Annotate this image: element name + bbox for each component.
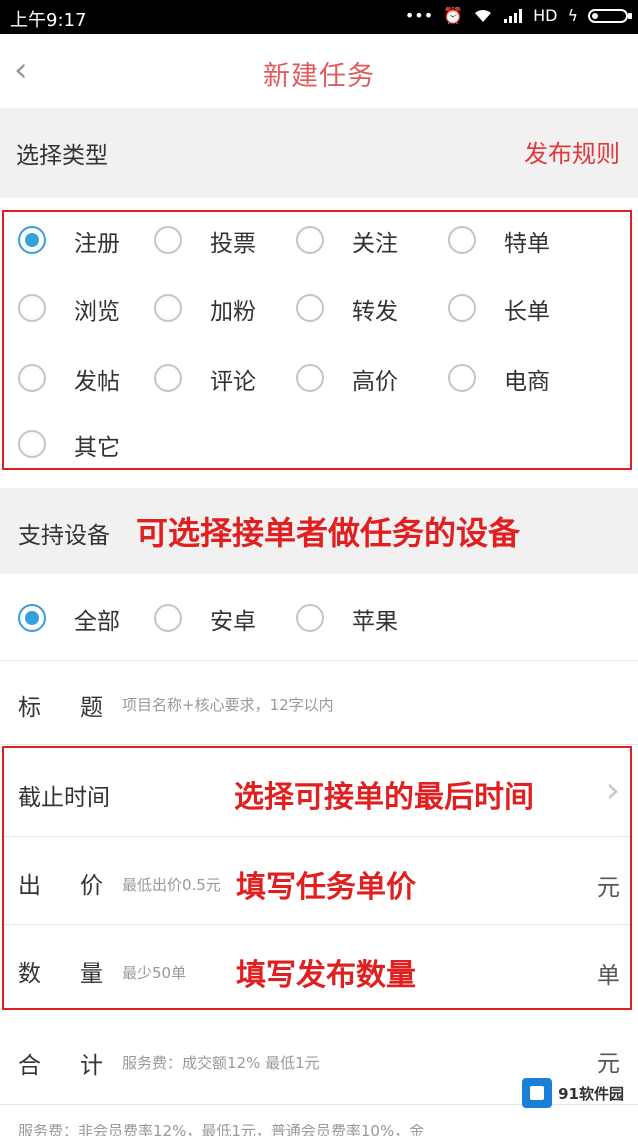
device-option-all[interactable]: 全部 xyxy=(18,602,138,635)
radio-icon[interactable] xyxy=(154,364,182,392)
radio-selected-icon[interactable] xyxy=(18,226,46,254)
battery-icon xyxy=(588,8,632,23)
deadline-annotation: 选择可接单的最后时间 xyxy=(234,780,534,815)
type-option-label: 高价 xyxy=(352,369,398,395)
type-option-label: 关注 xyxy=(352,231,398,257)
alarm-icon: ⏰ xyxy=(443,6,464,25)
type-option-label: 投票 xyxy=(210,231,256,257)
type-option-guanzhu[interactable]: 关注 xyxy=(296,224,416,257)
price-unit: 元 xyxy=(597,875,620,901)
fee-footnote-text: 服务费：非会员费率12%，最低1元，普通会员费率10%，金 xyxy=(18,1124,425,1136)
radio-icon[interactable] xyxy=(448,364,476,392)
title-label-1: 标 xyxy=(18,695,41,721)
price-input[interactable]: 最低出价0.5元 xyxy=(122,874,221,895)
nav-bar: ‹ 新建任务 xyxy=(0,34,638,109)
radio-icon[interactable] xyxy=(296,294,324,322)
title-input[interactable]: 项目名称+核心要求，12字以内 xyxy=(122,694,334,715)
type-option-label: 特单 xyxy=(504,231,550,257)
status-icons: ••• ⏰ HD ϟ xyxy=(404,6,632,25)
radio-icon[interactable] xyxy=(448,226,476,254)
watermark-text: 91软件园 xyxy=(558,1084,624,1103)
radio-icon[interactable] xyxy=(296,364,324,392)
device-option-ios[interactable]: 苹果 xyxy=(296,602,416,635)
type-option-gaojia[interactable]: 高价 xyxy=(296,362,416,395)
total-unit: 元 xyxy=(597,1051,620,1077)
radio-icon[interactable] xyxy=(296,604,324,632)
charging-icon: ϟ xyxy=(567,6,578,25)
watermark-logo: 91软件园 xyxy=(522,1078,624,1108)
total-label-1: 合 xyxy=(18,1053,41,1079)
device-option-label: 安卓 xyxy=(210,609,256,635)
devices-section-header: 支持设备 可选择接单者做任务的设备 xyxy=(0,488,638,574)
status-time: 上午9:17 xyxy=(10,10,87,31)
page-title: 新建任务 xyxy=(263,61,375,92)
logo-icon xyxy=(522,1078,553,1108)
radio-icon[interactable] xyxy=(154,604,182,632)
quantity-annotation: 填写发布数量 xyxy=(236,958,416,993)
type-option-label: 浏览 xyxy=(74,299,120,325)
type-option-label: 加粉 xyxy=(210,299,256,325)
radio-selected-icon[interactable] xyxy=(18,604,46,632)
type-option-liulan[interactable]: 浏览 xyxy=(18,292,138,325)
title-label-2: 题 xyxy=(80,695,103,721)
fee-footnote: 服务费：非会员费率12%，最低1元，普通会员费率10%，金 xyxy=(18,1124,618,1136)
radio-icon[interactable] xyxy=(448,294,476,322)
type-option-fatie[interactable]: 发帖 xyxy=(18,362,138,395)
type-option-label: 发帖 xyxy=(74,369,120,395)
total-label-2: 计 xyxy=(80,1053,103,1079)
deadline-row[interactable]: 截止时间 选择可接单的最后时间 › xyxy=(4,748,630,837)
type-option-jiafen[interactable]: 加粉 xyxy=(154,292,274,325)
type-option-label: 电商 xyxy=(504,369,550,395)
chevron-right-icon: › xyxy=(605,770,620,811)
total-value: 服务费：成交额12% 最低1元 xyxy=(122,1054,320,1072)
price-row[interactable]: 出 价 最低出价0.5元 填写任务单价 元 xyxy=(4,836,630,925)
type-option-zhuce[interactable]: 注册 xyxy=(18,224,138,257)
publish-rules-link[interactable]: 发布规则 xyxy=(524,134,620,169)
device-option-android[interactable]: 安卓 xyxy=(154,602,274,635)
radio-icon[interactable] xyxy=(296,226,324,254)
status-bar: 上午9:17 ••• ⏰ HD ϟ xyxy=(0,0,638,34)
quantity-label-1: 数 xyxy=(18,961,41,987)
type-section-label: 选择类型 xyxy=(16,143,108,169)
type-option-changdan[interactable]: 长单 xyxy=(448,292,568,325)
quantity-unit: 单 xyxy=(597,963,620,989)
type-option-label: 评论 xyxy=(210,369,256,395)
more-icon: ••• xyxy=(404,6,434,25)
radio-icon[interactable] xyxy=(18,294,46,322)
type-option-qita[interactable]: 其它 xyxy=(18,428,138,461)
signal-icon xyxy=(504,8,523,23)
radio-icon[interactable] xyxy=(18,430,46,458)
price-label-2: 价 xyxy=(80,873,103,899)
type-option-pinglun[interactable]: 评论 xyxy=(154,362,274,395)
devices-annotation: 可选择接单者做任务的设备 xyxy=(136,514,521,552)
network-type: HD xyxy=(533,6,558,25)
quantity-label-2: 量 xyxy=(80,961,103,987)
radio-icon[interactable] xyxy=(18,364,46,392)
type-option-label: 长单 xyxy=(504,299,550,325)
quantity-input[interactable]: 最少50单 xyxy=(122,962,186,983)
type-option-dianshang[interactable]: 电商 xyxy=(448,362,568,395)
quantity-row[interactable]: 数 量 最少50单 填写发布数量 单 xyxy=(4,924,630,1008)
type-option-zhuanfa[interactable]: 转发 xyxy=(296,292,416,325)
type-option-tedan[interactable]: 特单 xyxy=(448,224,568,257)
wifi-icon xyxy=(475,9,492,22)
type-option-toupiao[interactable]: 投票 xyxy=(154,224,274,257)
deadline-label: 截止时间 xyxy=(18,785,110,811)
type-option-label: 转发 xyxy=(352,299,398,325)
radio-icon[interactable] xyxy=(154,226,182,254)
radio-icon[interactable] xyxy=(154,294,182,322)
type-section-header: 选择类型 发布规则 xyxy=(0,108,638,198)
devices-section-label: 支持设备 xyxy=(18,523,110,549)
device-option-label: 苹果 xyxy=(352,609,398,635)
price-label-1: 出 xyxy=(18,873,41,899)
type-option-label: 注册 xyxy=(74,231,120,257)
price-annotation: 填写任务单价 xyxy=(236,870,416,905)
title-row[interactable]: 标 题 项目名称+核心要求，12字以内 xyxy=(0,660,638,745)
type-option-label: 其它 xyxy=(74,435,120,461)
device-option-label: 全部 xyxy=(74,609,120,635)
